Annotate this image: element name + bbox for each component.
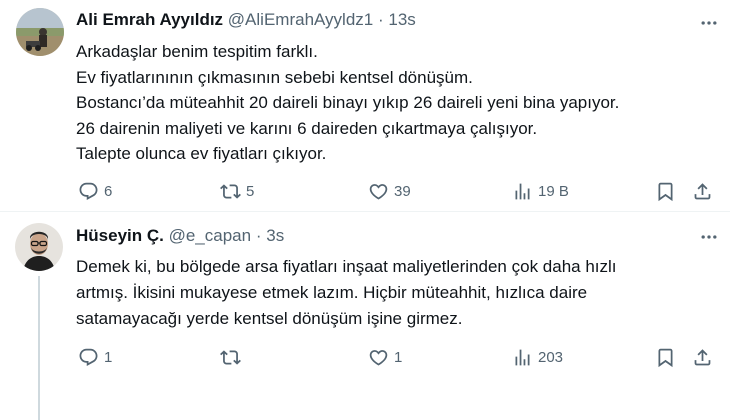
bookmark-icon <box>658 182 673 202</box>
views-button[interactable]: 19 B <box>512 181 569 202</box>
reply-button[interactable]: 1 <box>78 347 112 368</box>
separator: · <box>255 226 262 245</box>
tweet-text: Arkadaşlar benim tespitim farklı. Ev fiy… <box>76 39 619 167</box>
bookmark-button[interactable] <box>655 347 676 368</box>
tweet-text-line: Demek ki, bu bölgede arsa fiyatları inşa… <box>76 257 617 276</box>
like-icon <box>369 350 388 366</box>
tweet-text-line: Bostancı’da müteahhit 20 daireli binayı … <box>76 93 620 112</box>
repost-button[interactable] <box>220 347 246 368</box>
like-icon <box>369 184 388 200</box>
like-button[interactable]: 39 <box>368 181 411 202</box>
like-button[interactable]: 1 <box>368 347 402 368</box>
avatar[interactable] <box>15 223 63 271</box>
repost-icon <box>220 184 241 199</box>
tweet-1[interactable]: Ali Emrah Ayyıldız @AliEmrahAyyldz1 · 13… <box>0 0 730 212</box>
like-count: 39 <box>394 183 411 200</box>
tweet-text-line: 26 dairenin maliyeti ve karını 6 dairede… <box>76 118 538 138</box>
reply-count: 6 <box>104 183 113 200</box>
more-icon[interactable] <box>697 11 721 35</box>
views-icon <box>515 349 530 366</box>
tweet-text: Demek ki, bu bölgede arsa fiyatları inşa… <box>76 254 617 332</box>
timestamp[interactable]: 13s <box>388 10 415 29</box>
author-name[interactable]: Ali Emrah Ayyıldız <box>76 10 223 29</box>
like-count: 1 <box>394 349 403 366</box>
share-icon <box>694 183 711 200</box>
reply-count: 1 <box>104 349 113 366</box>
author-handle[interactable]: @AliEmrahAyyldz1 <box>228 10 373 29</box>
reply-icon <box>79 348 98 366</box>
repost-count: 5 <box>246 183 255 200</box>
tweet-text-line: Arkadaşlar benim tespitim farklı. <box>76 42 318 61</box>
thread-connector <box>38 276 40 420</box>
author-handle[interactable]: @e_capan <box>169 226 252 245</box>
repost-button[interactable]: 5 <box>220 181 254 202</box>
views-button[interactable]: 203 <box>512 347 563 368</box>
avatar[interactable] <box>16 8 64 56</box>
more-icon[interactable] <box>697 225 721 249</box>
views-count: 203 <box>538 349 564 366</box>
share-button[interactable] <box>692 181 713 202</box>
views-count: 19 B <box>538 183 569 200</box>
bookmark-button[interactable] <box>655 181 676 202</box>
tweet-2[interactable]: Hüseyin Ç. @e_capan · 3s Demek ki, bu bö… <box>0 212 730 420</box>
bookmark-icon <box>658 348 673 368</box>
author-name[interactable]: Hüseyin Ç. <box>76 226 164 245</box>
share-button[interactable] <box>692 347 713 368</box>
share-icon <box>694 349 711 366</box>
repost-icon <box>220 350 241 365</box>
reply-icon <box>79 182 98 200</box>
reply-button[interactable]: 6 <box>78 181 112 202</box>
views-icon <box>515 183 530 200</box>
timestamp[interactable]: 3s <box>266 226 284 245</box>
tweet-text-line: satamayacağı yerde kentsel dönüşüm işine… <box>76 309 463 328</box>
separator: · <box>377 10 384 29</box>
tweet-text-line: artmış. İkisini mukayese etmek lazım. Hi… <box>76 283 588 302</box>
tweet-text-line: Talepte olunca ev fiyatları çıkıyor. <box>76 144 327 163</box>
tweet-header: Ali Emrah Ayyıldız @AliEmrahAyyldz1 · 13… <box>76 9 416 31</box>
tweet-text-line: Ev fiyatlarınının çıkmasının sebebi kent… <box>76 67 473 87</box>
tweet-header: Hüseyin Ç. @e_capan · 3s <box>76 225 284 247</box>
